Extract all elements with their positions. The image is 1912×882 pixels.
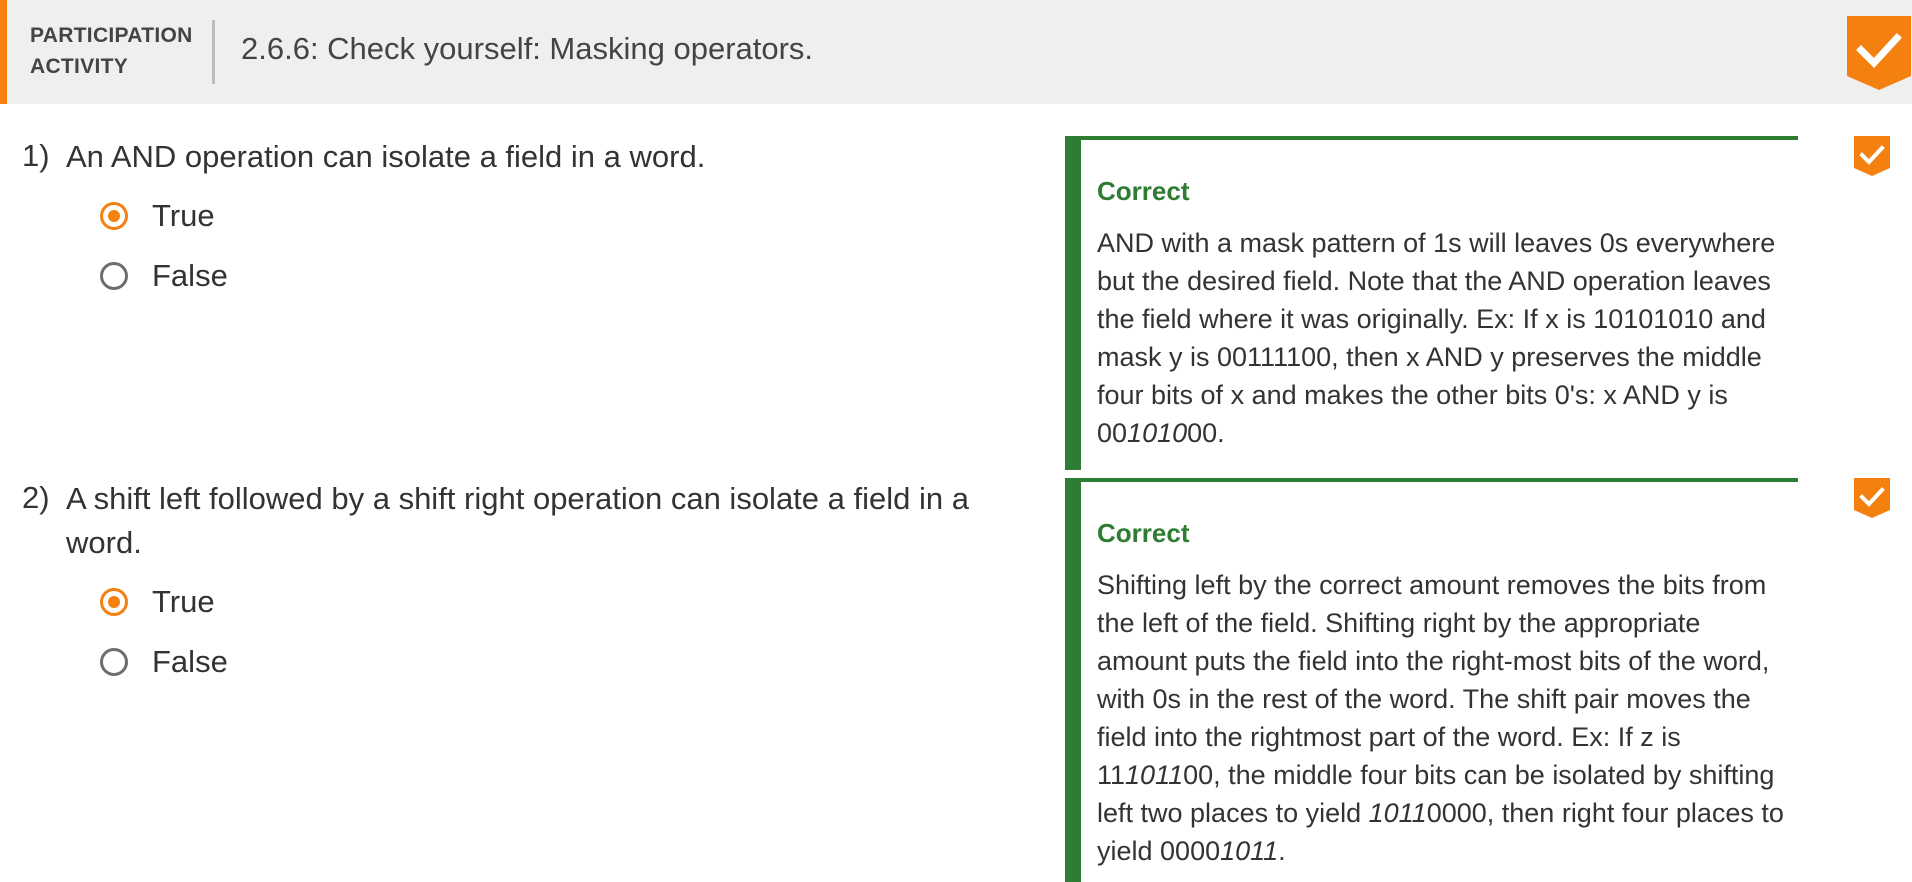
question-number: 2) <box>22 480 50 515</box>
label-line-1: PARTICIPATION <box>30 24 193 47</box>
check-badge-icon <box>1854 478 1890 518</box>
feedback-emphasis: 1011 <box>1220 836 1279 866</box>
radio-button[interactable] <box>100 262 128 290</box>
feedback-text: AND with a mask pattern of 1s will leave… <box>1097 224 1797 452</box>
radio-button-selected[interactable] <box>100 202 128 230</box>
radio-button-selected[interactable] <box>100 588 128 616</box>
check-badge-icon <box>1854 136 1890 176</box>
radio-button[interactable] <box>100 648 128 676</box>
check-badge-icon <box>1847 16 1911 90</box>
option-label: True <box>152 584 215 619</box>
feedback-segment: AND with a mask pattern of 1s will leave… <box>1097 228 1776 448</box>
feedback-text: Shifting left by the correct amount remo… <box>1097 566 1797 870</box>
feedback-title: Correct <box>1097 176 1190 206</box>
feedback-emphasis: 1011 <box>1125 760 1184 790</box>
activity-title: 2.6.6: Check yourself: Masking operators… <box>241 31 814 66</box>
header-divider <box>212 20 215 84</box>
label-line-2: ACTIVITY <box>30 55 129 78</box>
option-label: True <box>152 198 215 233</box>
option-label: False <box>152 258 228 293</box>
activity-header: PARTICIPATION ACTIVITY 2.6.6: Check your… <box>0 0 1912 104</box>
question-number: 1) <box>22 138 50 173</box>
option-label: False <box>152 644 228 679</box>
question-text: An AND operation can isolate a field in … <box>66 139 706 174</box>
question-text: A shift left followed by a shift right o… <box>66 481 969 560</box>
feedback-segment: Shifting left by the correct amount remo… <box>1097 570 1770 790</box>
feedback-panel: Correct Shifting left by the correct amo… <box>1065 478 1798 882</box>
feedback-segment: 00. <box>1187 418 1225 448</box>
participation-activity-label: PARTICIPATION ACTIVITY <box>30 20 205 82</box>
feedback-panel: Correct AND with a mask pattern of 1s wi… <box>1065 136 1798 470</box>
feedback-title: Correct <box>1097 518 1190 548</box>
feedback-emphasis: 1010 <box>1127 418 1188 448</box>
feedback-emphasis: 1011 <box>1368 798 1427 828</box>
feedback-segment: . <box>1278 836 1286 866</box>
